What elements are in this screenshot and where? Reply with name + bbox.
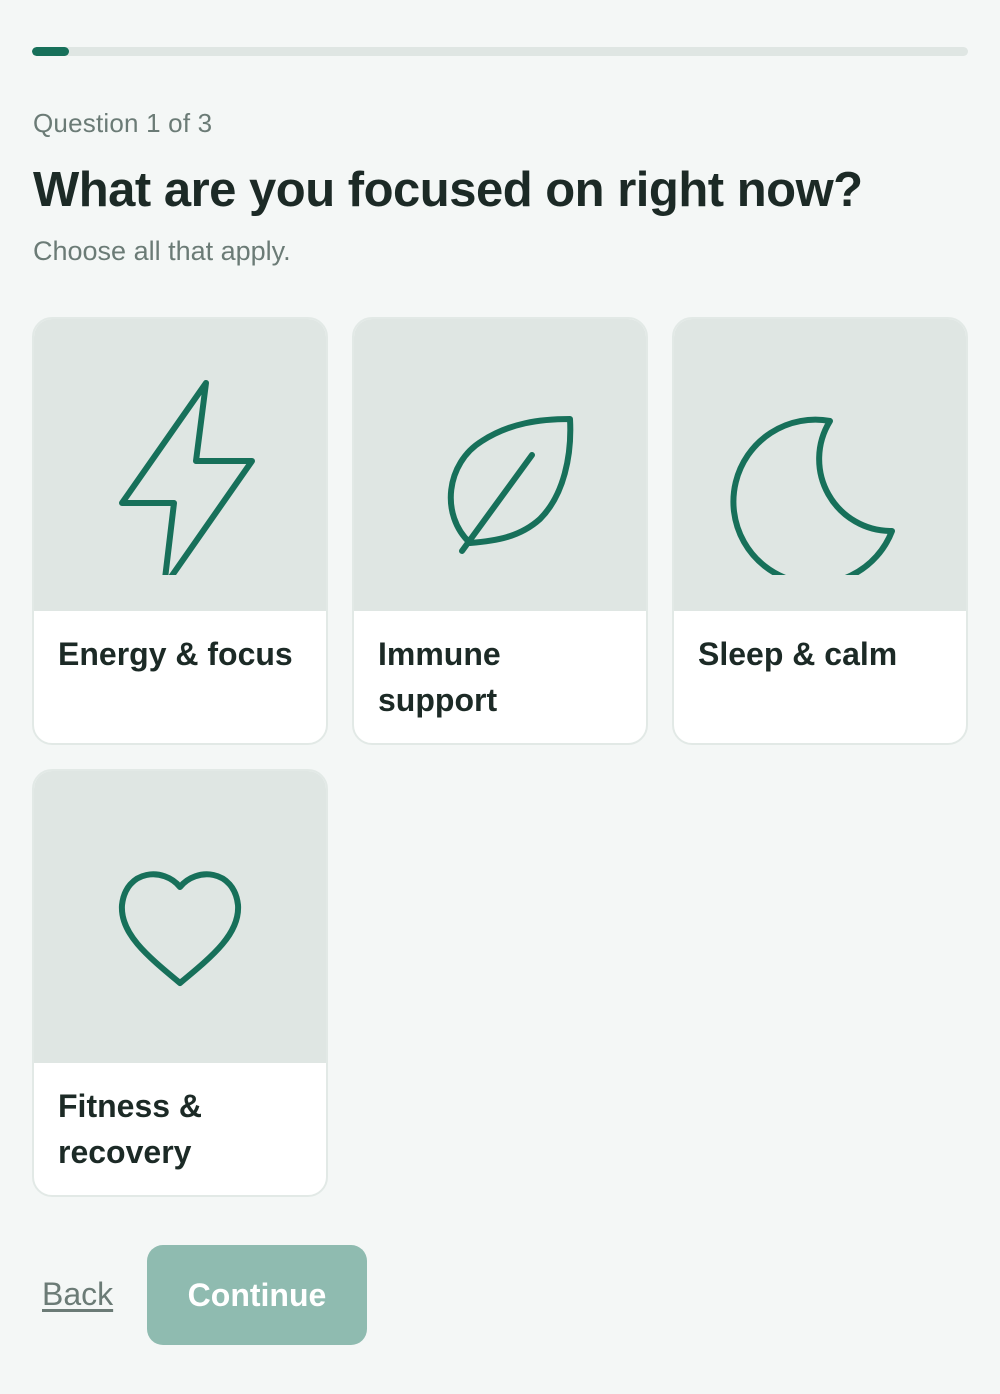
option-card-label: Energy & focus — [58, 636, 293, 672]
option-card-image — [34, 319, 326, 611]
option-card-image — [674, 319, 966, 611]
option-card-energy-focus[interactable]: Energy & focus — [32, 317, 328, 745]
progress-bar-fill — [32, 47, 70, 56]
page-title: What are you focused on right now? — [33, 163, 863, 217]
option-card-image — [354, 319, 646, 611]
moon-icon — [730, 416, 895, 575]
option-card-label: Sleep & calm — [698, 636, 898, 672]
option-card-sleep-calm[interactable]: Sleep & calm — [672, 317, 968, 745]
option-card-label: Immune support — [378, 636, 501, 718]
back-link[interactable]: Back — [42, 1276, 113, 1313]
continue-button[interactable]: Continue — [147, 1245, 367, 1345]
leaf-icon — [447, 416, 574, 554]
heart-icon — [118, 871, 242, 986]
option-card-fitness-recovery[interactable]: Fitness & recovery — [32, 769, 328, 1197]
progress-bar — [32, 47, 968, 56]
option-card-label: Fitness & recovery — [58, 1088, 203, 1170]
option-card-immune-support[interactable]: Immune support — [352, 317, 648, 745]
lightning-bolt-icon — [119, 380, 255, 575]
option-card-image — [34, 771, 326, 1063]
page-subtitle: Choose all that apply. — [33, 236, 291, 266]
question-counter: Question 1 of 3 — [33, 108, 213, 138]
